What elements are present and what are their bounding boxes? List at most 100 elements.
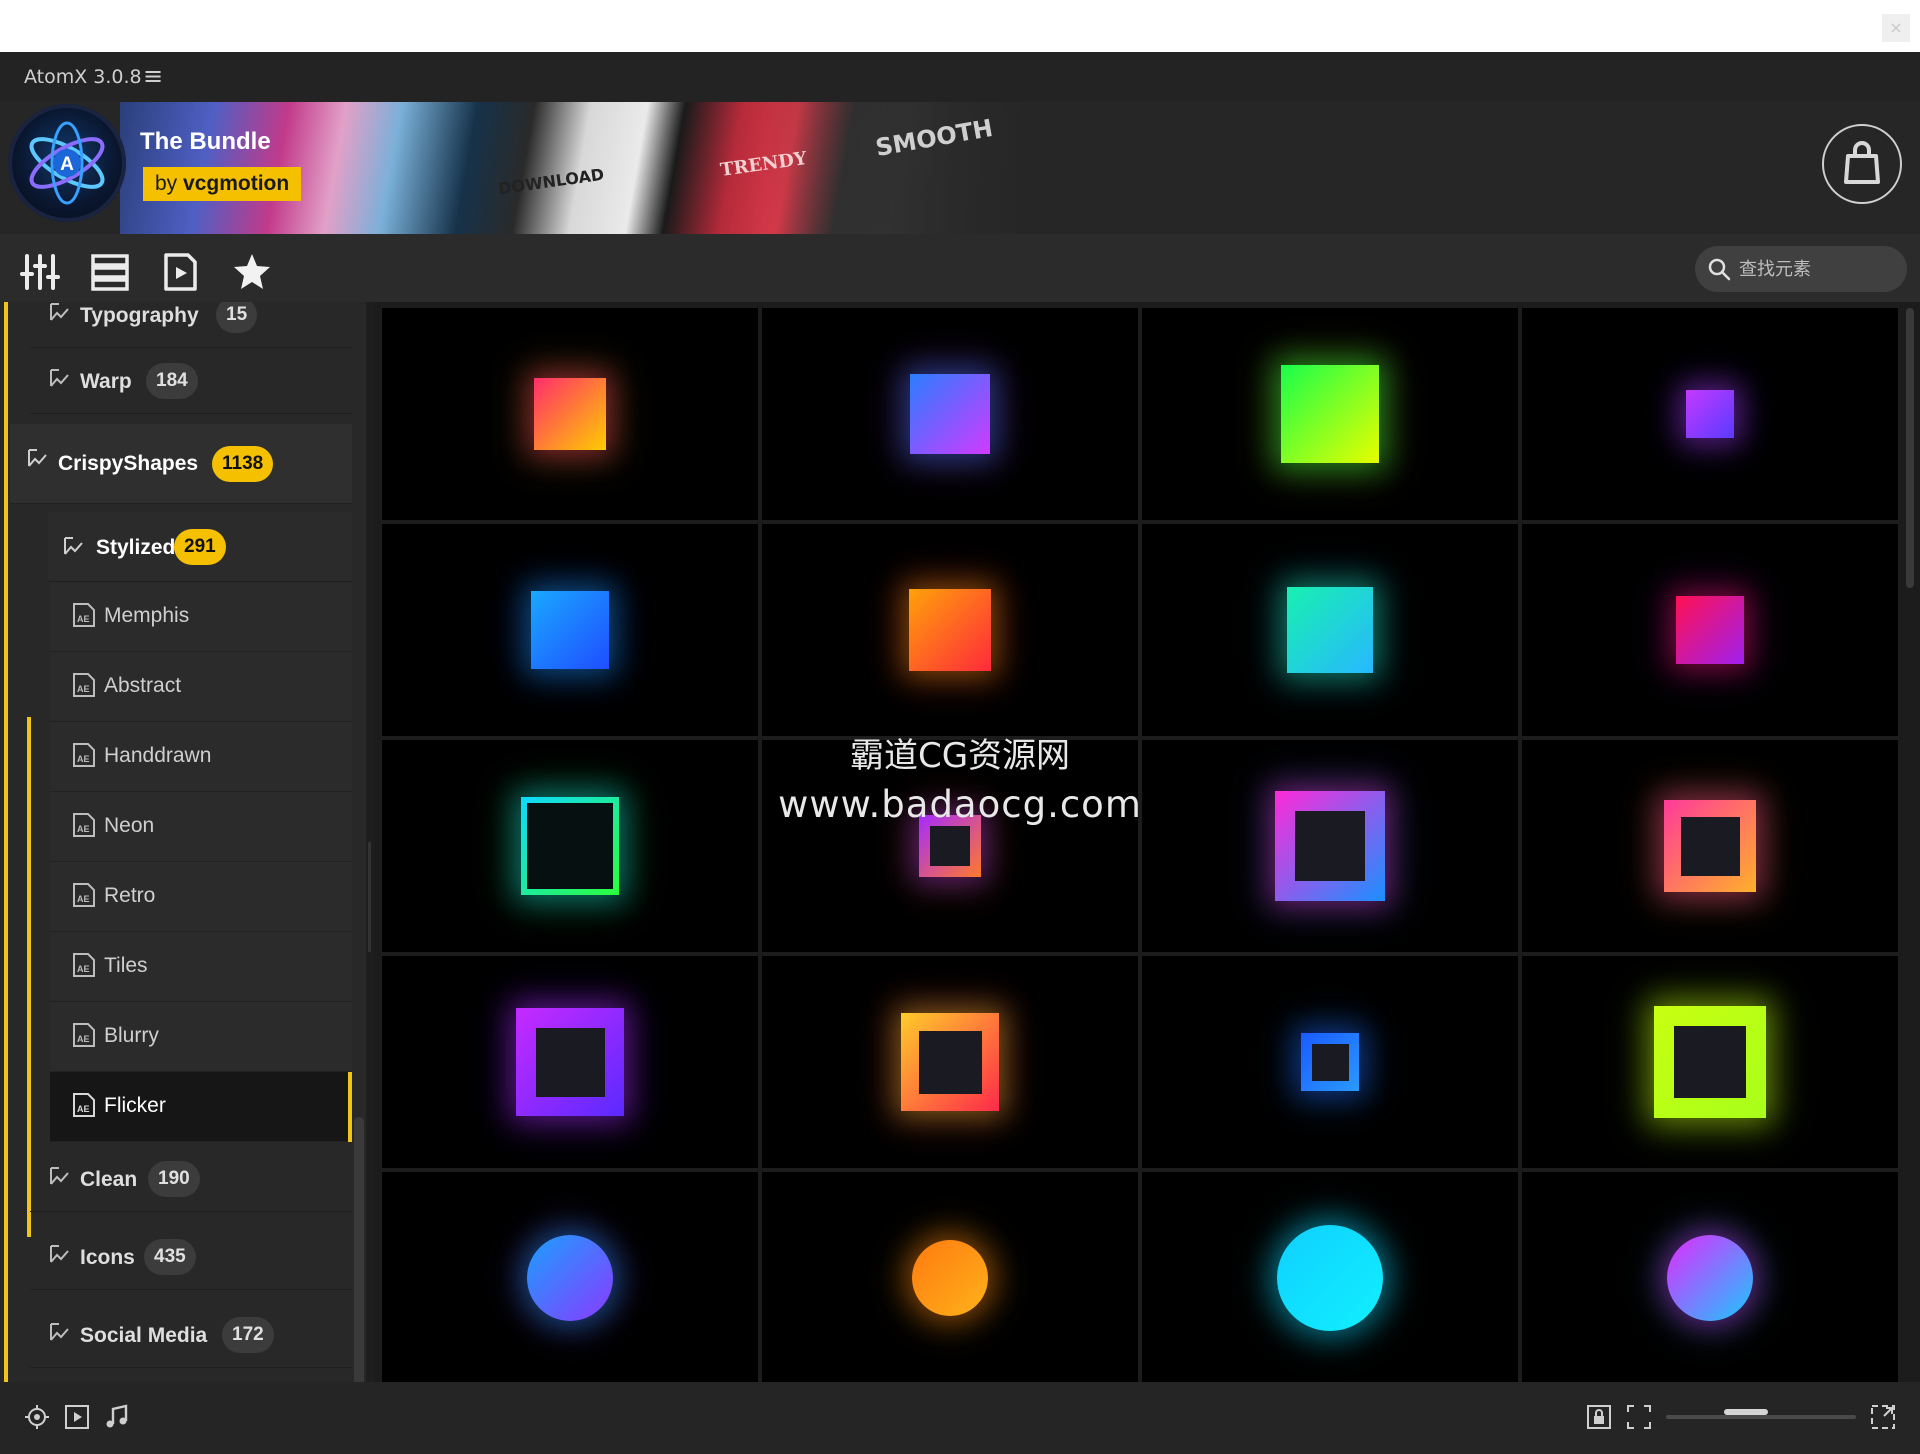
sidebar-leaf-label: Flicker [104, 1094, 166, 1117]
panel-splitter[interactable] [366, 302, 374, 1382]
sidebar-leaf-flicker[interactable]: AE Flicker [50, 1072, 352, 1142]
preset-thumbnail[interactable] [382, 524, 758, 736]
folder-icon [48, 1242, 72, 1272]
sidebar-leaf-abstract[interactable]: AE Abstract [50, 652, 352, 722]
preset-thumbnail[interactable] [1522, 740, 1898, 952]
preset-thumbnail[interactable] [382, 308, 758, 520]
frame-hole [527, 803, 613, 889]
frame-hole [535, 1027, 605, 1097]
folder-icon [62, 534, 86, 564]
sidebar-item-label: CrispyShapes [58, 452, 199, 475]
folder-icon [48, 1164, 72, 1194]
frame-shape [1275, 791, 1385, 901]
bundle-subtitle: by vcgmotion [143, 167, 302, 201]
frame-shape [1654, 1006, 1766, 1118]
preset-thumbnail[interactable] [382, 1172, 758, 1382]
circle-shape [912, 1240, 988, 1316]
ae-file-icon: AE [72, 672, 96, 704]
sidebar-leaf-label: Handdrawn [104, 744, 212, 767]
play-icon[interactable] [64, 1404, 90, 1435]
frame-hole [1311, 1043, 1349, 1081]
window-titlebar: × [0, 0, 1920, 52]
sidebar-leaf-label: Blurry [104, 1024, 159, 1047]
square-shape [534, 378, 606, 450]
sidebar-leaf-label: Tiles [104, 954, 148, 977]
preset-grid [382, 308, 1902, 1382]
frame-shape [1301, 1033, 1359, 1091]
preset-thumbnail[interactable] [1142, 1172, 1518, 1382]
square-shape [1676, 596, 1744, 664]
frame-hole [918, 1030, 982, 1094]
zoom-slider-handle[interactable] [1724, 1409, 1768, 1415]
music-icon[interactable] [104, 1404, 130, 1435]
watermark: 霸道CG资源网 www.badaocg.com [770, 728, 1150, 826]
sidebar-item-warp[interactable]: Warp 184 [30, 348, 352, 414]
sidebar-item-icons[interactable]: Icons 435 [30, 1224, 352, 1290]
sidebar-leaf-handdrawn[interactable]: AE Handdrawn [50, 722, 352, 792]
sidebar-item-crispyshapes[interactable]: CrispyShapes 1138 [10, 424, 352, 504]
media-file-icon[interactable] [160, 252, 200, 292]
preset-thumbnail[interactable] [1522, 524, 1898, 736]
target-icon[interactable] [24, 1404, 50, 1435]
fit-icon[interactable] [1626, 1404, 1652, 1435]
sidebar-leaf-neon[interactable]: AE Neon [50, 792, 352, 862]
preset-thumbnail[interactable] [762, 308, 1138, 520]
hamburger-icon[interactable]: ≡ [143, 62, 163, 90]
square-shape [1281, 365, 1379, 463]
preset-thumbnail[interactable] [1522, 308, 1898, 520]
count-badge: 172 [222, 1317, 274, 1353]
category-sidebar: Typography 15 Warp 184 CrispyShapes 1138… [0, 302, 366, 1382]
preset-thumbnail[interactable] [1522, 956, 1898, 1168]
zoom-slider-track[interactable] [1666, 1415, 1856, 1419]
sidebar-item-stylized[interactable]: Stylized 291 [48, 512, 352, 582]
square-shape [909, 589, 991, 671]
shopping-bag-icon[interactable] [1822, 124, 1902, 204]
count-badge: 291 [174, 529, 226, 565]
sidebar-leaf-blurry[interactable]: AE Blurry [50, 1002, 352, 1072]
lock-icon[interactable] [1586, 1404, 1612, 1435]
preset-thumbnail[interactable] [762, 1172, 1138, 1382]
sidebar-leaf-memphis[interactable]: AE Memphis [50, 582, 352, 652]
sidebar-item-social-media[interactable]: Social Media 172 [30, 1302, 352, 1368]
ae-file-icon: AE [72, 812, 96, 844]
sidebar-leaf-retro[interactable]: AE Retro [50, 862, 352, 932]
sidebar-scrollbar[interactable] [354, 1117, 364, 1382]
sliders-icon[interactable] [20, 252, 60, 292]
search-input[interactable] [1739, 246, 1899, 292]
expand-icon[interactable] [1870, 1404, 1896, 1435]
splitter-grip[interactable] [368, 842, 371, 952]
sidebar-leaf-tiles[interactable]: AE Tiles [50, 932, 352, 1002]
square-shape [1686, 390, 1734, 438]
sidebar-item-clean[interactable]: Clean 190 [30, 1146, 352, 1212]
bundle-title: The Bundle [140, 128, 271, 155]
preset-thumbnail[interactable] [382, 956, 758, 1168]
count-badge: 184 [146, 363, 198, 399]
sidebar-leaf-label: Neon [104, 814, 155, 837]
square-shape [1287, 587, 1373, 673]
sidebar-item-label: Clean [80, 1168, 138, 1191]
search-box[interactable] [1695, 246, 1907, 292]
preset-thumbnail[interactable] [1142, 308, 1518, 520]
preset-thumbnail[interactable] [1522, 1172, 1898, 1382]
watermark-line2: www.badaocg.com [778, 783, 1142, 826]
promo-banner[interactable]: DOWNLOAD TRENDY SMOOTH A The Bundle by v… [0, 102, 1920, 234]
list-icon[interactable] [90, 252, 130, 292]
window-close-button[interactable]: × [1882, 14, 1910, 42]
count-badge: 190 [148, 1161, 200, 1197]
preset-thumbnail[interactable] [382, 740, 758, 952]
sidebar-leaf-label: Abstract [104, 674, 182, 697]
preset-thumbnail[interactable] [762, 524, 1138, 736]
preset-thumbnail[interactable] [1142, 956, 1518, 1168]
bundle-subtitle-brand: vcgmotion [183, 172, 290, 195]
preset-thumbnail[interactable] [1142, 524, 1518, 736]
frame-hole [1680, 816, 1740, 876]
preset-thumbnail[interactable] [762, 956, 1138, 1168]
grid-scrollbar[interactable] [1906, 308, 1914, 588]
preset-thumbnail[interactable] [1142, 740, 1518, 952]
ae-file-icon: AE [72, 882, 96, 914]
sidebar-item-typography[interactable]: Typography 15 [30, 302, 352, 348]
star-icon[interactable] [232, 252, 272, 292]
sidebar-item-label: Warp [80, 370, 132, 393]
square-shape [531, 591, 609, 669]
status-bar [0, 1382, 1920, 1454]
